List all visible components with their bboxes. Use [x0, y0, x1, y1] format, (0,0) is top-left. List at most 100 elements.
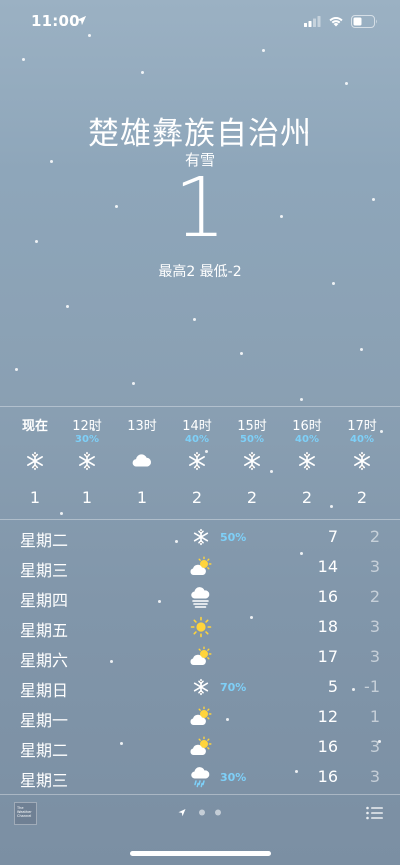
daily-row: 星期日 70% 5 -1	[0, 673, 400, 703]
hourly-bottom-divider	[0, 519, 400, 520]
partly-sunny-icon	[190, 736, 212, 755]
hourly-item: 14时 40% 2	[169, 410, 225, 520]
snowflake-icon	[189, 451, 205, 471]
location-arrow-icon	[76, 15, 87, 26]
status-time: 11:00	[31, 12, 80, 30]
daily-row: 星期五 18 3	[0, 613, 400, 643]
page-dot	[215, 809, 221, 816]
weather-channel-logo-text: The Weather Channel	[17, 806, 32, 818]
day-name: 星期三	[20, 771, 69, 790]
snowflake-icon	[299, 451, 315, 471]
day-precipitation: 30%	[220, 771, 247, 784]
day-high: 16	[317, 767, 338, 786]
partly-sunny-icon	[190, 556, 212, 575]
day-high: 16	[317, 737, 338, 756]
cloud-icon	[132, 454, 152, 467]
hour-label: 14时	[182, 419, 212, 434]
cellular-signal-icon	[304, 16, 321, 27]
partly-sunny-icon	[190, 706, 212, 725]
snowflake-icon	[27, 451, 43, 471]
city-list-icon[interactable]	[366, 806, 383, 820]
snowflake-icon	[193, 678, 209, 696]
hour-label: 15时	[237, 419, 267, 434]
day-low: 3	[369, 647, 380, 666]
hour-label: 13时	[127, 419, 157, 434]
hour-temperature: 2	[301, 488, 313, 507]
hour-temperature: 2	[191, 488, 203, 507]
home-indicator[interactable]	[130, 851, 271, 856]
daily-row: 星期一 12 1	[0, 703, 400, 733]
rain-cloud-icon	[191, 767, 210, 788]
page-indicator[interactable]	[176, 806, 226, 820]
sun-icon	[190, 616, 212, 638]
daily-row: 星期六 17 3	[0, 643, 400, 673]
day-low: 3	[369, 737, 380, 756]
hour-temperature: 1	[136, 488, 148, 507]
hour-temperature: 1	[81, 488, 93, 507]
hour-precipitation: 40%	[185, 434, 209, 445]
hourly-item: 现在 1	[7, 410, 63, 520]
daily-row: 星期二 50% 7 2	[0, 523, 400, 553]
hourly-item: 17时 40% 2	[334, 410, 390, 520]
daily-row: 星期二 16 3	[0, 733, 400, 763]
city-name: 楚雄彝族自治州	[88, 116, 312, 152]
day-high: 17	[317, 647, 338, 666]
hour-label: 现在	[21, 419, 48, 434]
current-temperature: 1	[173, 161, 227, 256]
day-high: 5	[327, 677, 338, 696]
hour-precipitation: 40%	[350, 434, 374, 445]
hour-temperature: 2	[246, 488, 258, 507]
day-low: 1	[369, 707, 380, 726]
day-high: 12	[317, 707, 338, 726]
hourly-item: 16时 40% 2	[279, 410, 335, 520]
hour-label: 16时	[292, 419, 322, 434]
weather-channel-logo[interactable]: The Weather Channel	[14, 802, 37, 825]
location-arrow-icon	[178, 809, 186, 817]
day-high: 16	[317, 587, 338, 606]
day-low: 3	[369, 617, 380, 636]
day-high: 14	[317, 557, 338, 576]
fog-icon	[191, 587, 210, 608]
snowflake-icon	[79, 451, 95, 471]
day-name: 星期五	[20, 621, 69, 640]
snowflake-icon	[354, 451, 370, 471]
hourly-item: 15时 50% 2	[224, 410, 280, 520]
day-name: 星期一	[20, 711, 69, 730]
battery-icon	[351, 15, 377, 28]
day-low: 3	[369, 557, 380, 576]
hour-precipitation: 50%	[240, 434, 264, 445]
partly-sunny-icon	[190, 646, 212, 665]
day-precipitation: 50%	[220, 531, 247, 544]
hourly-item: 12时 30% 1	[59, 410, 115, 520]
day-name: 星期二	[20, 741, 69, 760]
hourly-top-divider	[0, 406, 400, 407]
day-low: 2	[369, 587, 380, 606]
day-high: 18	[317, 617, 338, 636]
day-name: 星期四	[20, 591, 69, 610]
high-low-temperature: 最高2 最低-2	[158, 264, 242, 280]
day-name: 星期日	[20, 681, 69, 700]
snowflake-icon	[244, 451, 260, 471]
day-precipitation: 70%	[220, 681, 247, 694]
hour-precipitation: 30%	[75, 434, 99, 445]
day-name: 星期六	[20, 651, 69, 670]
hour-temperature: 1	[29, 488, 41, 507]
hour-temperature: 2	[356, 488, 368, 507]
day-name: 星期二	[20, 531, 69, 550]
hour-label: 17时	[347, 419, 377, 434]
daily-row: 星期三 30% 16 3	[0, 763, 400, 793]
status-bar: 11:00	[0, 0, 400, 44]
footer-divider	[0, 794, 400, 795]
wifi-icon	[329, 17, 343, 27]
page-dot	[199, 809, 205, 816]
day-low: 2	[369, 527, 380, 546]
day-low: 3	[369, 767, 380, 786]
hour-label: 12时	[72, 419, 102, 434]
day-name: 星期三	[20, 561, 69, 580]
hour-precipitation: 40%	[295, 434, 319, 445]
hourly-forecast[interactable]: 现在 1 12时 30% 1 13时 1 14时 40% 2 15时 50% 2…	[0, 410, 400, 520]
daily-row: 星期四 16 2	[0, 583, 400, 613]
snowflake-icon	[193, 528, 209, 546]
day-low: -1	[364, 677, 380, 696]
daily-row: 星期三 14 3	[0, 553, 400, 583]
